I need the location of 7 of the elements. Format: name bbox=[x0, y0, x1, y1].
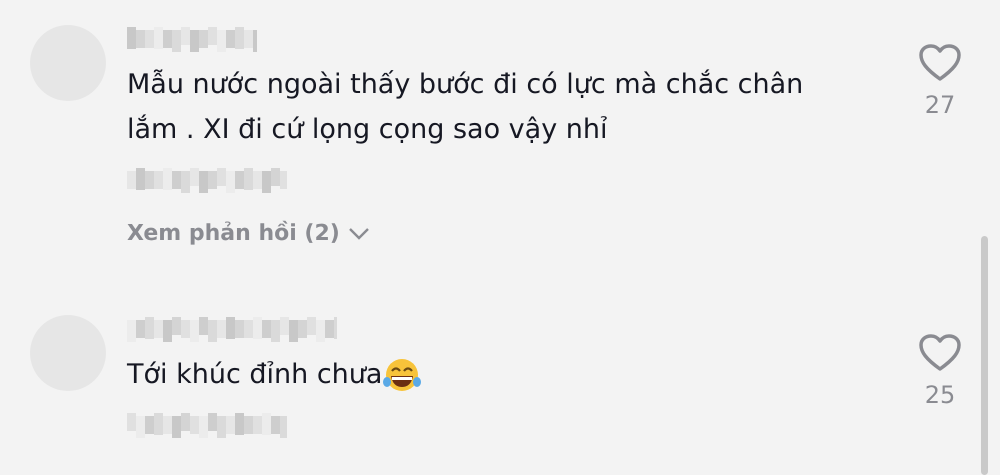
like-count: 27 bbox=[924, 91, 956, 119]
view-replies-link[interactable]: Xem phản hồi (2) bbox=[127, 221, 370, 246]
like-count: 25 bbox=[924, 381, 956, 409]
comment-text: Mẫu nước ngoài thấy bước đi có lực mà chắc chân lắm . XI đi cứ lọng cọng sao vậy nhỉ bbox=[127, 68, 804, 147]
comment-text: Tới khúc đỉnh chưa bbox=[127, 358, 382, 392]
scrollbar[interactable] bbox=[981, 236, 988, 475]
chevron-down-icon bbox=[348, 226, 370, 240]
